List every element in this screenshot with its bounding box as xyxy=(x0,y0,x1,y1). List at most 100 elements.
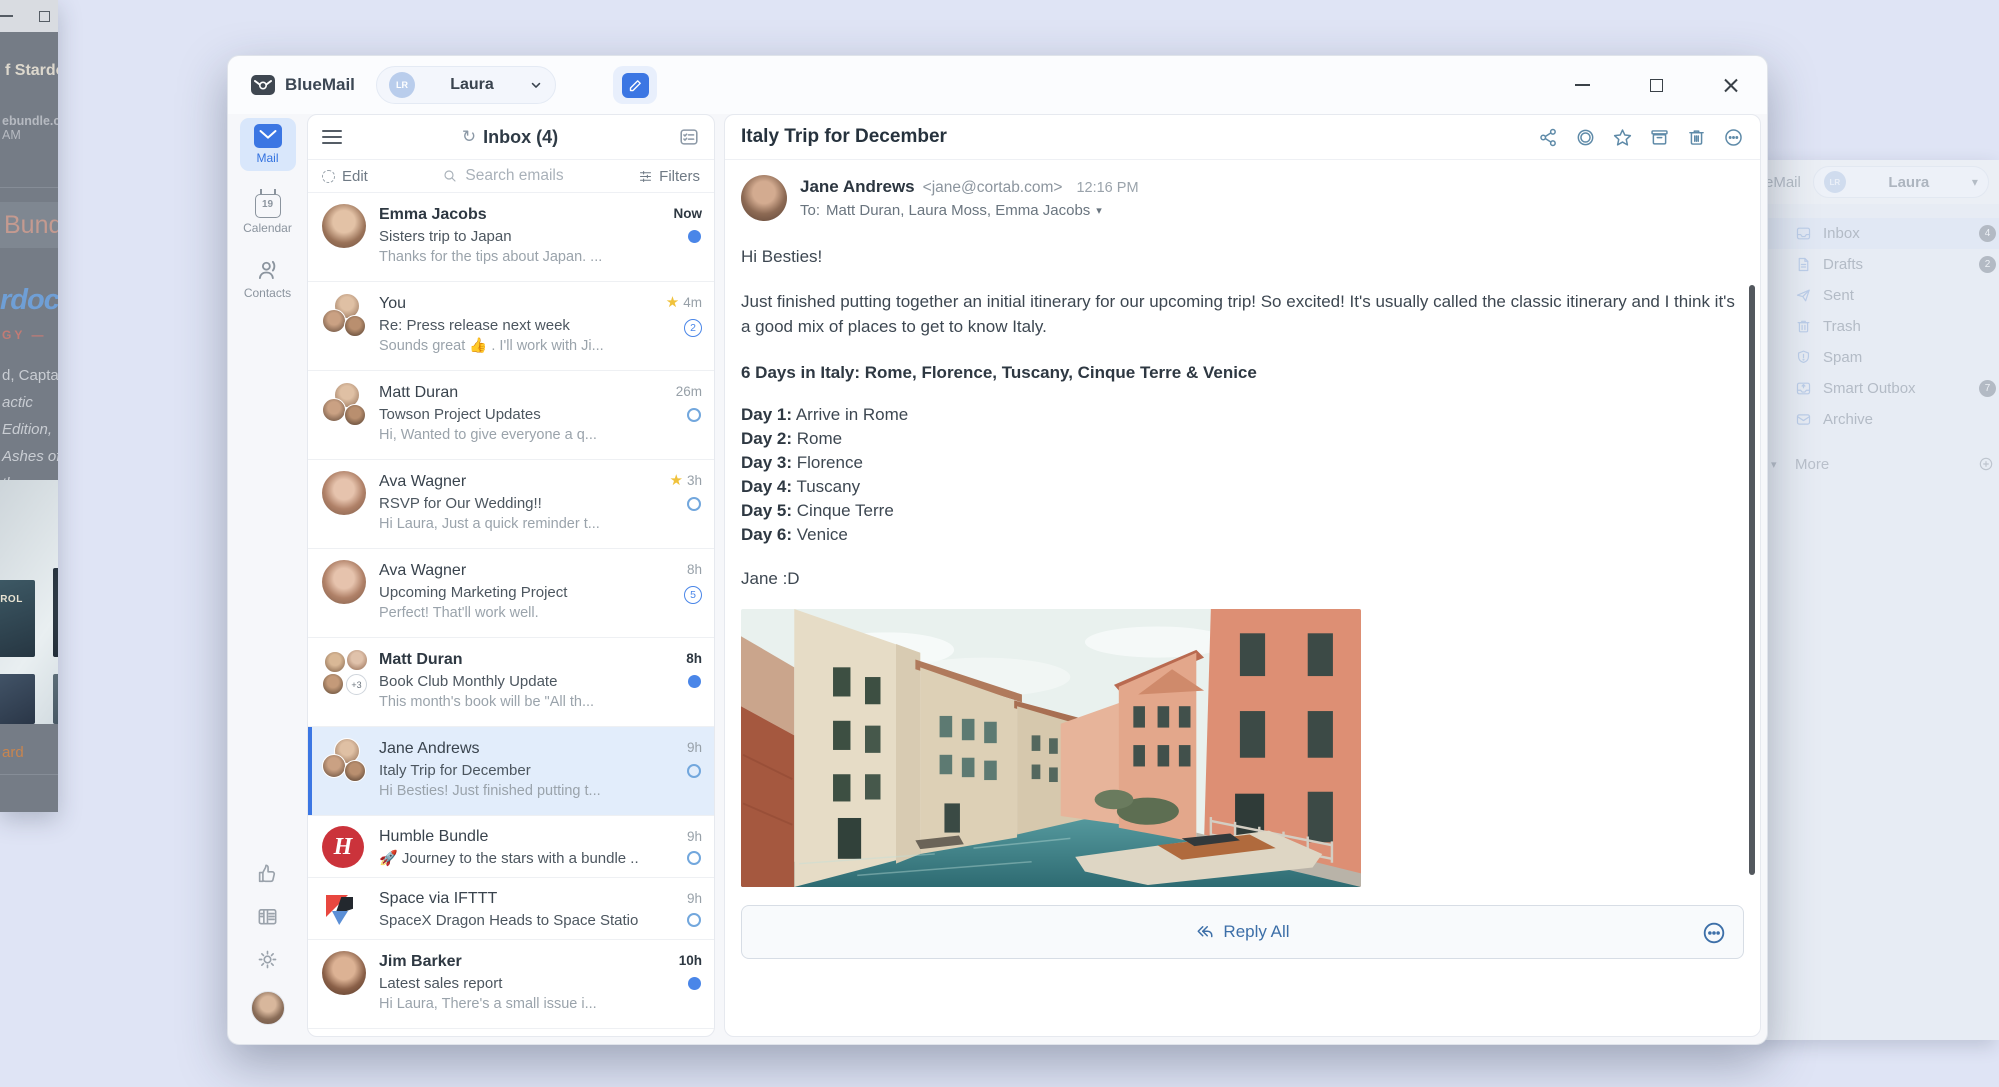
search-input[interactable]: Search emails xyxy=(368,167,638,185)
reading-pane-header: Italy Trip for December xyxy=(725,115,1760,160)
read-dot[interactable] xyxy=(687,408,701,422)
email-preview: This month's book will be "All th... xyxy=(379,692,639,713)
email-list-item[interactable]: Emma Jacobs Sisters trip to Japan Thanks… xyxy=(308,193,714,282)
add-folder-icon[interactable] xyxy=(1978,456,1994,472)
share-icon[interactable] xyxy=(1538,127,1559,148)
email-list-item[interactable]: Jim Barker Latest sales report Hi Laura,… xyxy=(308,940,714,1029)
nav-rail: Mail 19 Calendar Contacts xyxy=(228,114,307,1037)
account-switcher[interactable]: LR Laura ▾ xyxy=(1813,166,1989,198)
read-dot[interactable] xyxy=(687,913,701,927)
email-list-item[interactable]: You Re: Press release next week Sounds g… xyxy=(308,282,714,371)
folder-archive[interactable]: Archive xyxy=(1759,404,1999,435)
email-sender: Jim Barker xyxy=(379,951,639,973)
news-feed-icon[interactable] xyxy=(256,905,279,928)
email-preview: Thanks for the tips about Japan. ... xyxy=(379,247,639,268)
star-icon[interactable] xyxy=(1612,127,1633,148)
reply-options-icon[interactable] xyxy=(1701,920,1727,946)
recipients-expand-icon[interactable]: ▾ xyxy=(1096,204,1102,217)
archive-icon[interactable] xyxy=(1649,127,1670,148)
scrollbar-thumb[interactable] xyxy=(1749,285,1755,875)
nav-mail[interactable]: Mail xyxy=(240,118,296,171)
email-list-item[interactable]: +3 Matt Duran Book Club Monthly Update T… xyxy=(308,638,714,727)
email-subject: Book Club Monthly Update xyxy=(379,671,639,692)
archive-icon xyxy=(1795,411,1812,428)
sender-email: <jane@cortab.com> xyxy=(923,179,1063,197)
humble-bundle-logo: H xyxy=(322,826,364,868)
compose-button[interactable] xyxy=(613,66,657,104)
email-time: 26m xyxy=(676,384,702,399)
trash-icon[interactable] xyxy=(1686,127,1707,148)
folder-smart-outbox[interactable]: Smart Outbox 7 xyxy=(1759,373,1999,404)
itinerary-day: Day 3: Florence xyxy=(741,451,1744,475)
email-list-item[interactable]: Space via IFTTT SpaceX Dragon Heads to S… xyxy=(308,878,714,940)
venice-canal-photo xyxy=(741,609,1361,887)
email-sender: Emma Jacobs xyxy=(379,204,639,226)
itinerary-day: Day 4: Tuscany xyxy=(741,475,1744,499)
calendar-icon: 19 xyxy=(255,194,281,218)
background-window-left[interactable]: f Stardock... ebundle.com> 11:26 AM Bund… xyxy=(0,0,58,812)
unread-dot[interactable] xyxy=(688,977,701,990)
background-email-content: f Stardock... ebundle.com> 11:26 AM Bund… xyxy=(0,32,58,812)
maximize-icon[interactable] xyxy=(39,11,50,22)
email-list-item[interactable]: Ava Wagner Upcoming Marketing Project Pe… xyxy=(308,549,714,638)
account-switcher[interactable]: LR Laura xyxy=(376,66,556,104)
recipients: Matt Duran, Laura Moss, Emma Jacobs xyxy=(826,202,1090,219)
folder-spam[interactable]: Spam xyxy=(1759,342,1999,373)
folder-drafts[interactable]: Drafts 2 xyxy=(1759,249,1999,280)
list-toolbar: Edit Search emails Filters xyxy=(308,160,714,193)
nav-calendar[interactable]: 19 Calendar xyxy=(240,185,296,241)
star-icon[interactable]: ★ xyxy=(666,295,679,310)
edit-button[interactable]: Edit xyxy=(322,168,368,185)
settings-gear-icon[interactable] xyxy=(256,948,279,971)
user-avatar[interactable] xyxy=(251,991,285,1025)
read-dot[interactable] xyxy=(687,851,701,865)
maximize-button[interactable] xyxy=(1641,70,1671,100)
email-list-item[interactable]: Matt Duran Towson Project Updates Hi, Wa… xyxy=(308,371,714,460)
email-list-item-selected[interactable]: Jane Andrews Italy Trip for December Hi … xyxy=(308,727,714,816)
task-view-icon[interactable] xyxy=(678,126,700,148)
email-time: 3h xyxy=(687,473,702,488)
body-heading: 6 Days in Italy: Rome, Florence, Tuscany… xyxy=(741,363,1744,383)
background-window-right-titlebar: eMail LR Laura ▾ xyxy=(1759,160,1999,204)
avatar xyxy=(322,951,368,1018)
game-cover: CIVILIZATIONS III xyxy=(53,568,58,657)
filters-button[interactable]: Filters xyxy=(638,168,700,185)
feedback-thumbs-up-icon[interactable] xyxy=(256,862,279,885)
folder-sent[interactable]: Sent xyxy=(1759,280,1999,311)
minimize-button[interactable] xyxy=(1567,70,1597,100)
close-button[interactable] xyxy=(1715,70,1745,100)
folder-trash[interactable]: Trash xyxy=(1759,311,1999,342)
reply-all-icon xyxy=(1195,923,1215,941)
email-sender: Humble Bundle xyxy=(379,826,639,848)
email-body: Hi Besties! Just finished putting togeth… xyxy=(725,247,1760,959)
email-list-panel: ↻ Inbox (4) Edit Search emails Filters xyxy=(307,114,715,1037)
more-options-icon[interactable] xyxy=(1723,127,1744,148)
thread-count-badge: 5 xyxy=(684,586,702,604)
sender-avatar[interactable] xyxy=(741,175,787,221)
reply-all-button[interactable]: Reply All xyxy=(741,905,1744,959)
nav-contacts[interactable]: Contacts xyxy=(240,251,296,306)
unread-dot[interactable] xyxy=(688,675,701,688)
itinerary-list: Day 1: Arrive in Rome Day 2: Rome Day 3:… xyxy=(741,403,1744,547)
minimize-icon[interactable] xyxy=(0,15,13,17)
email-list-item[interactable]: Ava Wagner RSVP for Our Wedding!! Hi Lau… xyxy=(308,460,714,549)
read-dot[interactable] xyxy=(687,497,701,511)
folder-inbox[interactable]: Inbox 4 xyxy=(1759,218,1999,249)
unread-dot[interactable] xyxy=(688,230,701,243)
window-controls xyxy=(1567,56,1745,114)
ifttt-space-logo xyxy=(322,889,362,929)
star-icon[interactable]: ★ xyxy=(670,473,683,488)
email-time: 8h xyxy=(687,562,702,577)
read-dot[interactable] xyxy=(687,764,701,778)
menu-icon[interactable] xyxy=(322,126,342,148)
email-list-item[interactable]: H Humble Bundle 🚀 Journey to the stars w… xyxy=(308,816,714,878)
game-cover xyxy=(0,674,35,724)
background-window-right[interactable]: eMail LR Laura ▾ Inbox 4 Drafts 2 Sent T… xyxy=(1757,160,1999,1040)
refresh-icon[interactable]: ↻ xyxy=(462,127,476,147)
mark-unread-icon[interactable] xyxy=(1575,127,1596,148)
mail-icon xyxy=(254,124,282,148)
background-email-link[interactable]: ard xyxy=(2,744,24,761)
email-subject: 🚀 Journey to the stars with a bundle ... xyxy=(379,848,639,869)
folder-more[interactable]: ▾ More xyxy=(1759,449,1999,480)
body-greeting: Hi Besties! xyxy=(741,247,1744,267)
